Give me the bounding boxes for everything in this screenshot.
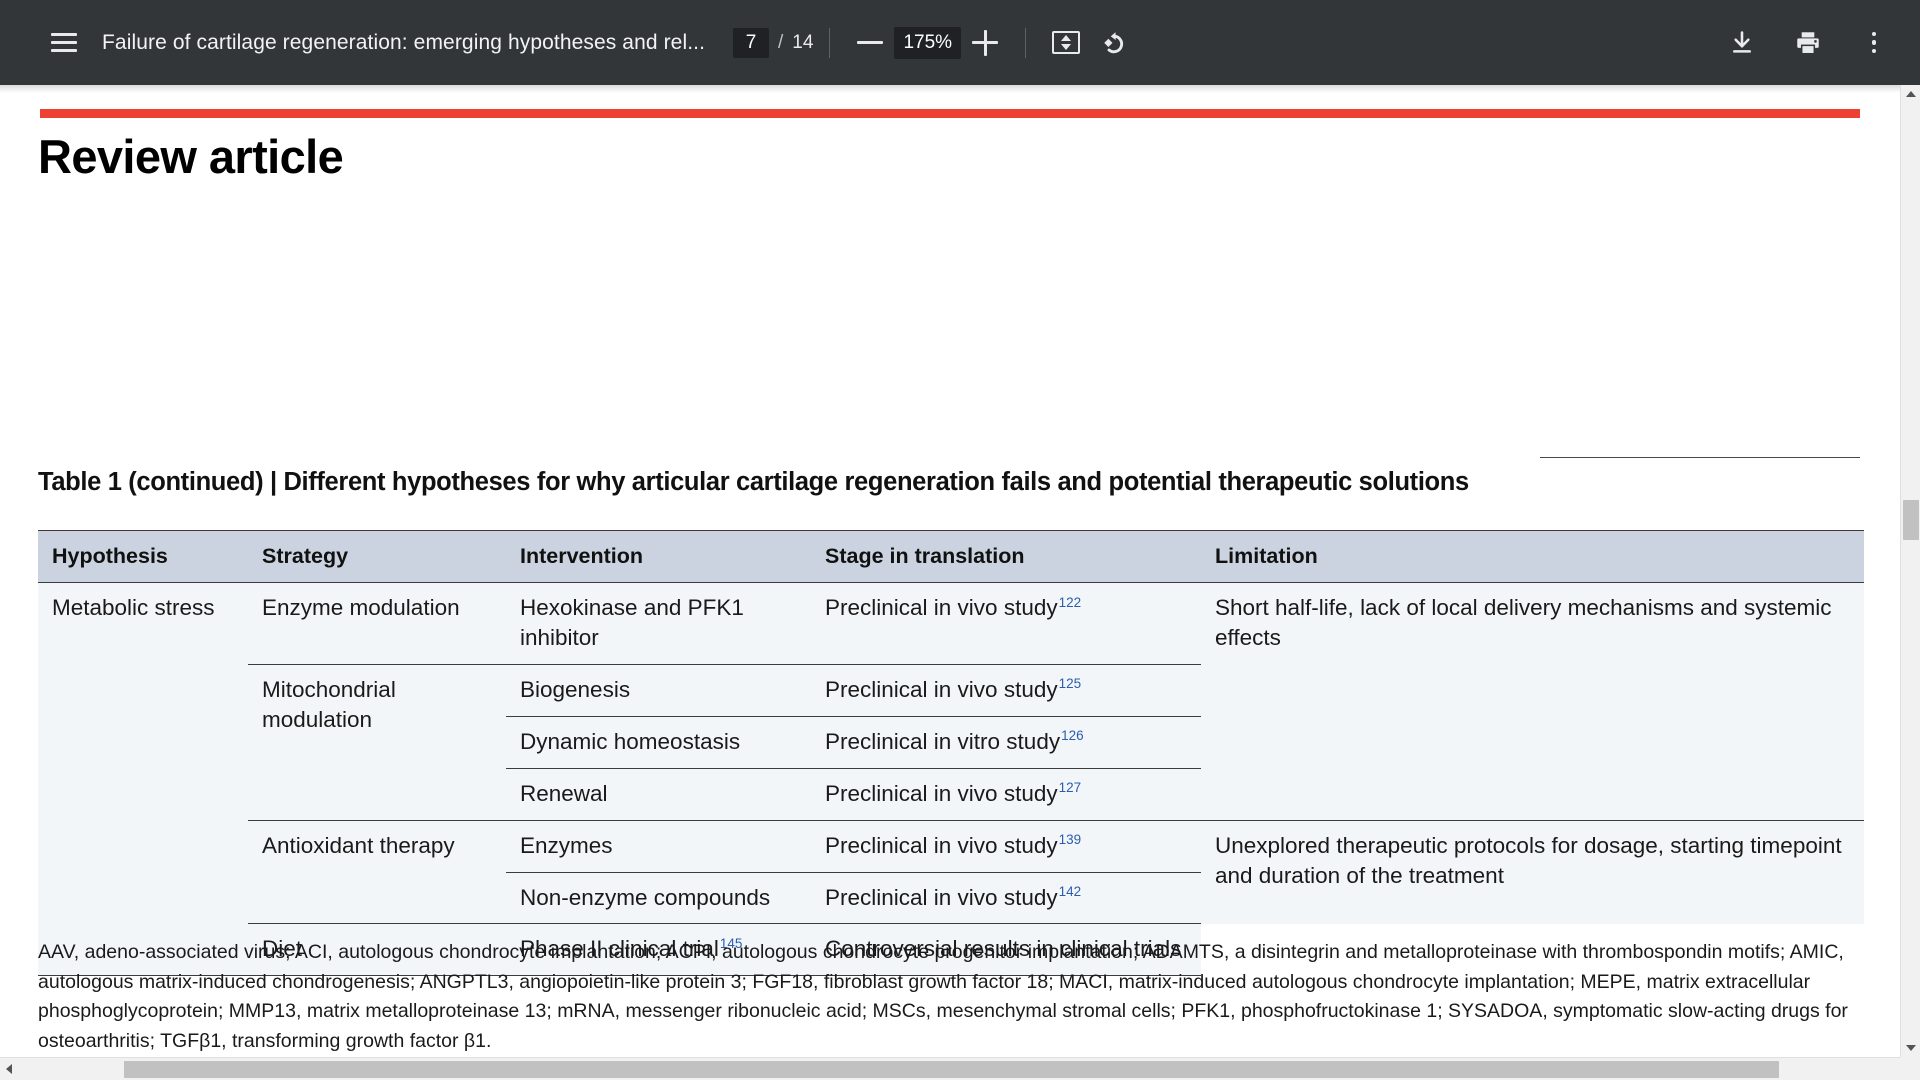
download-button[interactable]: [1718, 19, 1766, 67]
toolbar-divider-1: [829, 27, 831, 58]
page-separator: /: [778, 31, 784, 53]
reference-superscript[interactable]: 127: [1058, 780, 1082, 795]
cell-stage: Preclinical in vivo study127: [811, 767, 1201, 821]
reference-superscript[interactable]: 125: [1058, 676, 1082, 691]
reference-superscript[interactable]: 142: [1058, 884, 1082, 899]
rotate-counterclockwise-icon: [1104, 31, 1124, 53]
pdf-viewer-area[interactable]: Review article Table 1 (continued) | Dif…: [0, 85, 1920, 1080]
minus-icon: [857, 30, 884, 56]
zoom-in-button[interactable]: [961, 19, 1009, 67]
caption-top-rule: [1540, 457, 1860, 459]
table-row: Metabolic stress Enzyme modulation Hexok…: [38, 581, 1864, 977]
cell-strategy: Mitochondrial modulation: [248, 663, 506, 821]
fit-to-page-button[interactable]: [1042, 19, 1090, 67]
vertical-scrollbar-thumb[interactable]: [1903, 500, 1919, 540]
cell-intervention: Biogenesis: [506, 663, 811, 717]
sidebar-toggle-button[interactable]: [40, 19, 88, 67]
column-header-stage: Stage in translation: [811, 530, 1201, 583]
pdf-page: Review article Table 1 (continued) | Dif…: [0, 93, 1884, 1080]
cell-stage: Preclinical in vitro study126: [811, 715, 1201, 769]
accent-bar: [40, 109, 1860, 118]
hypotheses-table: Hypothesis Strategy Intervention Stage i…: [38, 530, 1864, 977]
download-icon: [1733, 30, 1751, 53]
reference-superscript[interactable]: 126: [1060, 728, 1084, 743]
table-footnote: AAV, adeno-associated virus; ACI, autolo…: [38, 941, 1848, 1052]
more-options-icon: [1871, 31, 1877, 54]
zoom-out-button[interactable]: [846, 19, 894, 67]
cell-stage: Preclinical in vivo study125: [811, 663, 1201, 717]
cell-limitation: Short half-life, lack of local delivery …: [1201, 582, 1864, 821]
table-row: Antioxidant therapy Enzymes Preclinical …: [38, 819, 1864, 924]
scroll-down-arrow-icon[interactable]: [1905, 1045, 1916, 1051]
table-caption: Table 1 (continued) | Different hypothes…: [38, 468, 1469, 496]
cell-stage: Preclinical in vivo study139: [811, 819, 1201, 873]
cell-stage: Preclinical in vivo study122: [811, 582, 1201, 665]
scrollbar-corner: [1900, 1057, 1920, 1080]
scroll-up-arrow-icon[interactable]: [1905, 91, 1916, 97]
reference-superscript[interactable]: 122: [1058, 595, 1082, 610]
print-icon: [1797, 31, 1819, 54]
cell-intervention: Renewal: [506, 767, 811, 821]
cell-strategy: Enzyme modulation: [248, 582, 506, 665]
document-title: Failure of cartilage regeneration: emerg…: [102, 30, 706, 54]
table-header-row: Hypothesis Strategy Intervention Stage i…: [38, 530, 1864, 583]
column-header-limitation: Limitation: [1201, 530, 1864, 583]
zoom-controls: 175%: [846, 19, 1009, 67]
cell-intervention: Enzymes: [506, 819, 811, 873]
print-button[interactable]: [1784, 19, 1832, 67]
page-navigation: 7 / 14: [733, 27, 814, 58]
cell-limitation: Unexplored therapeutic protocols for dos…: [1201, 819, 1864, 924]
page-top-shadow: [0, 85, 1900, 93]
current-page-input[interactable]: 7: [733, 27, 770, 58]
rotate-button[interactable]: [1090, 19, 1138, 67]
toolbar-divider-2: [1025, 27, 1027, 58]
horizontal-scrollbar-thumb[interactable]: [124, 1061, 1779, 1078]
column-header-intervention: Intervention: [506, 530, 811, 583]
cell-strategy: Antioxidant therapy: [248, 819, 506, 924]
cell-hypothesis: Metabolic stress: [38, 581, 248, 977]
scroll-left-arrow-icon[interactable]: [6, 1064, 12, 1074]
vertical-scrollbar[interactable]: [1900, 85, 1920, 1057]
zoom-level-display[interactable]: 175%: [894, 26, 962, 59]
horizontal-scrollbar[interactable]: [0, 1057, 1920, 1080]
pdf-viewer-toolbar: Failure of cartilage regeneration: emerg…: [0, 0, 1920, 85]
hamburger-menu-icon: [51, 33, 77, 52]
column-header-hypothesis: Hypothesis: [38, 530, 248, 583]
fit-to-page-icon: [1052, 31, 1081, 54]
more-options-button[interactable]: [1850, 19, 1898, 67]
plus-icon: [972, 29, 999, 56]
column-header-strategy: Strategy: [248, 530, 506, 583]
section-label: Review article: [38, 130, 344, 183]
cell-intervention: Non-enzyme compounds: [506, 871, 811, 924]
cell-intervention: Dynamic homeostasis: [506, 715, 811, 769]
reference-superscript[interactable]: 139: [1058, 832, 1082, 847]
cell-intervention: Hexokinase and PFK1 inhibitor: [506, 582, 811, 665]
total-pages-label: 14: [792, 31, 814, 53]
cell-stage: Preclinical in vivo study142: [811, 871, 1201, 924]
